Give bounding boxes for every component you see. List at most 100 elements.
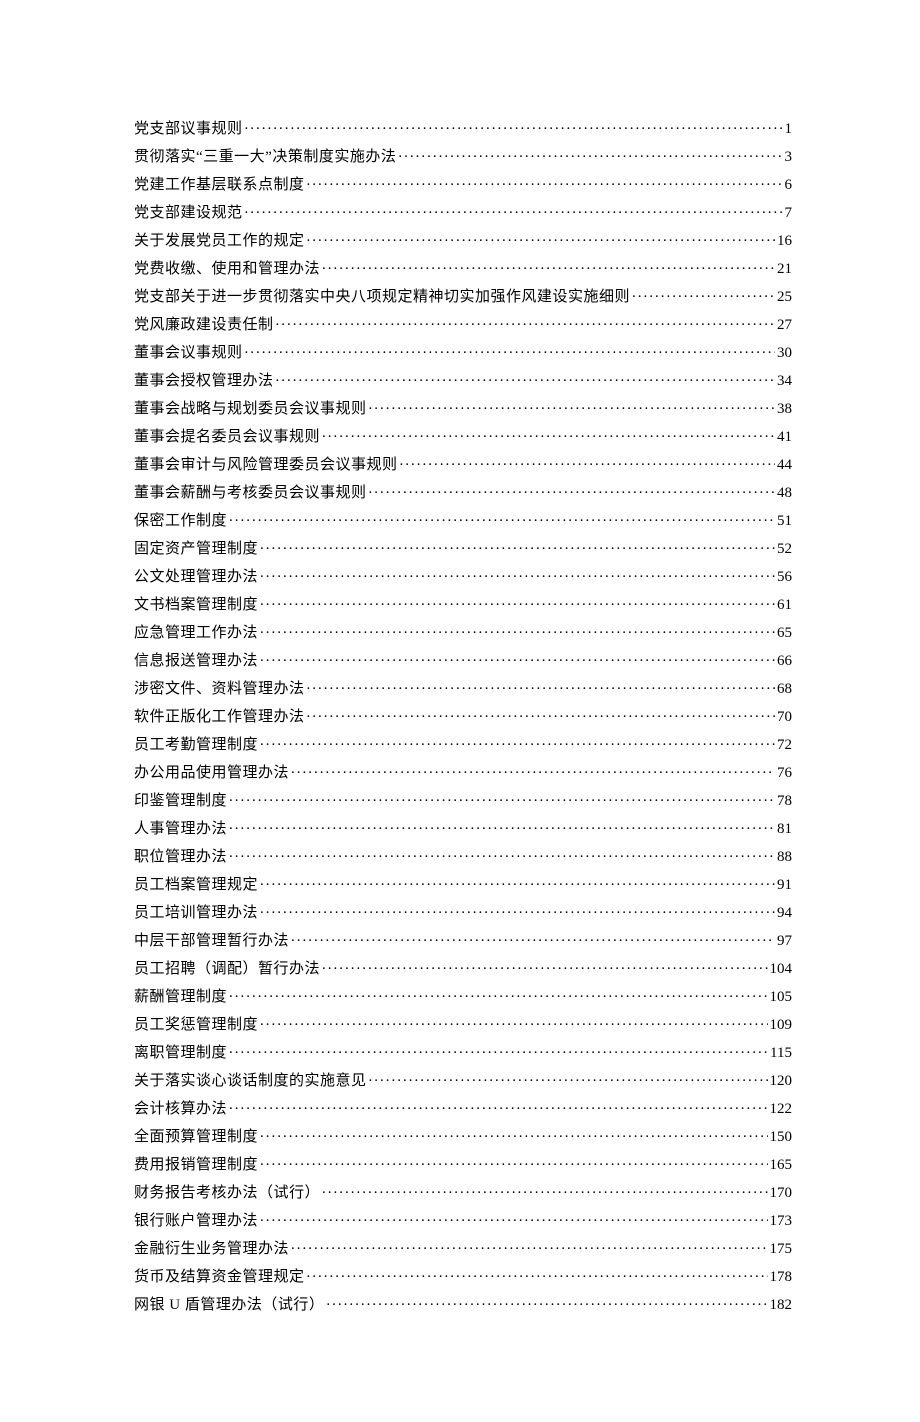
toc-leader-dots [276,314,775,329]
toc-row: 员工培训管理办法 94 [134,902,792,921]
toc-entry-page: 66 [777,654,792,669]
toc-entry-page: 34 [777,374,792,389]
toc-entry-page: 6 [785,178,793,193]
toc-entry-title: 党支部议事规则 [134,122,243,137]
toc-row: 文书档案管理制度61 [134,594,792,613]
toc-entry-page: 78 [777,794,792,809]
toc-entry-title: 董事会提名委员会议事规则 [134,430,320,445]
toc-entry-title: 公文处理管理办法 [134,570,258,585]
toc-entry-title: 货币及结算资金管理规定 [134,1270,305,1285]
toc-row: 财务报告考核办法（试行）170 [134,1182,792,1201]
toc-entry-page: 81 [777,822,792,837]
toc-entry-title: 党风廉政建设责任制 [134,318,274,333]
toc-leader-dots [260,1154,767,1169]
toc-entry-page: 21 [777,262,792,277]
toc-entry-page: 150 [770,1130,793,1145]
toc-row: 涉密文件、资料管理办法68 [134,678,792,697]
toc-row: 网银 U 盾管理办法（试行）182 [134,1294,792,1313]
toc-leader-dots [307,230,775,245]
toc-entry-title: 中层干部管理暂行办法 [134,934,289,949]
document-page: 党支部议事规则1贯彻落实“三重一大”决策制度实施办法3党建工作基层联系点制度6党… [0,0,920,1422]
toc-entry-title: 固定资产管理制度 [134,542,258,557]
toc-entry-title: 费用报销管理制度 [134,1158,258,1173]
toc-leader-dots [260,594,775,609]
toc-leader-dots [322,958,767,973]
toc-leader-dots [291,1238,767,1253]
toc-leader-dots [229,1098,767,1113]
toc-leader-dots [322,258,775,273]
toc-row: 信息报送管理办法66 [134,650,792,669]
toc-entry-page: 70 [777,710,792,725]
toc-row: 费用报销管理制度165 [134,1154,792,1173]
toc-entry-page: 52 [777,542,792,557]
toc-row: 董事会授权管理办法34 [134,370,792,389]
toc-row: 薪酬管理制度 105 [134,986,792,1005]
toc-row: 党风廉政建设责任制27 [134,314,792,333]
toc-entry-page: 178 [770,1270,793,1285]
toc-entry-page: 120 [770,1074,793,1089]
toc-leader-dots [260,538,775,553]
toc-entry-title: 党支部关于进一步贯彻落实中央八项规定精神切实加强作风建设实施细则 [134,290,630,305]
toc-row: 党建工作基层联系点制度 6 [134,174,792,193]
toc-row: 员工招聘（调配）暂行办法104 [134,958,792,977]
toc-row: 董事会战略与规划委员会议事规则38 [134,398,792,417]
toc-row: 党支部关于进一步贯彻落实中央八项规定精神切实加强作风建设实施细则 25 [134,286,792,305]
toc-leader-dots [245,202,783,217]
toc-row: 办公用品使用管理办法76 [134,762,792,781]
toc-leader-dots [229,510,775,525]
toc-row: 保密工作制度 51 [134,510,792,529]
toc-entry-title: 党建工作基层联系点制度 [134,178,305,193]
toc-entry-title: 员工考勤管理制度 [134,738,258,753]
toc-row: 软件正版化工作管理办法70 [134,706,792,725]
toc-entry-title: 职位管理办法 [134,850,227,865]
toc-entry-page: 182 [770,1298,793,1313]
toc-entry-page: 3 [785,150,793,165]
toc-entry-title: 薪酬管理制度 [134,990,227,1005]
toc-leader-dots [398,146,782,161]
toc-entry-page: 94 [777,906,792,921]
toc-row: 全面预算管理制度150 [134,1126,792,1145]
toc-leader-dots [260,650,775,665]
toc-leader-dots [322,1182,767,1197]
toc-row: 中层干部管理暂行办法 97 [134,930,792,949]
toc-entry-title: 离职管理制度 [134,1046,227,1061]
toc-entry-page: 38 [777,402,792,417]
toc-leader-dots [260,1014,767,1029]
toc-leader-dots [326,1294,767,1309]
toc-leader-dots [229,790,775,805]
toc-leader-dots [260,1210,767,1225]
toc-entry-title: 董事会议事规则 [134,346,243,361]
toc-leader-dots [260,622,775,637]
toc-entry-page: 76 [777,766,792,781]
toc-entry-title: 党支部建设规范 [134,206,243,221]
toc-entry-page: 97 [777,934,792,949]
toc-entry-title: 银行账户管理办法 [134,1214,258,1229]
toc-entry-title: 保密工作制度 [134,514,227,529]
toc-leader-dots [260,874,775,889]
toc-entry-page: 51 [777,514,792,529]
toc-entry-title: 员工培训管理办法 [134,906,258,921]
toc-entry-title: 会计核算办法 [134,1102,227,1117]
toc-entry-page: 25 [777,290,792,305]
toc-entry-page: 170 [770,1186,793,1201]
toc-entry-page: 175 [770,1242,793,1257]
toc-row: 董事会薪酬与考核委员会议事规则48 [134,482,792,501]
toc-entry-page: 30 [777,346,792,361]
toc-entry-page: 65 [777,626,792,641]
toc-leader-dots [276,370,775,385]
toc-leader-dots [260,902,775,917]
toc-entry-title: 人事管理办法 [134,822,227,837]
toc-row: 印鉴管理制度78 [134,790,792,809]
toc-row: 贯彻落实“三重一大”决策制度实施办法 3 [134,146,792,165]
toc-leader-dots [245,342,775,357]
toc-leader-dots [632,286,775,301]
toc-row: 人事管理办法 81 [134,818,792,837]
toc-leader-dots [229,846,775,861]
toc-entry-page: 105 [770,990,793,1005]
toc-row: 党费收缴、使用和管理办法21 [134,258,792,277]
toc-leader-dots [369,482,775,497]
toc-leader-dots [291,762,775,777]
toc-entry-title: 金融衍生业务管理办法 [134,1242,289,1257]
toc-row: 董事会议事规则 30 [134,342,792,361]
toc-entry-title: 贯彻落实“三重一大”决策制度实施办法 [134,150,396,165]
